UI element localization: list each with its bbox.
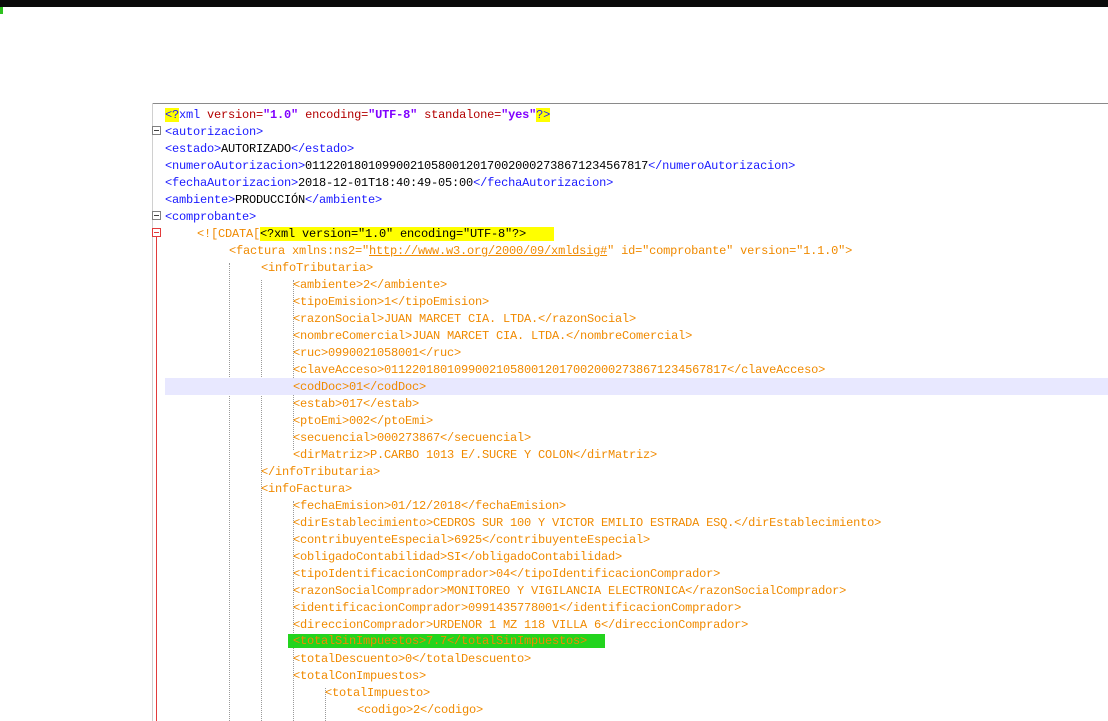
code-line[interactable]: <tipoEmision>1</tipoEmision> xyxy=(293,294,489,311)
autorizacion-tag: <autorizacion> xyxy=(165,125,264,139)
ambiente-line[interactable]: <ambiente>PRODUCCIÓN</ambiente> xyxy=(165,192,382,209)
code-line[interactable]: <totalConImpuestos> xyxy=(293,668,426,685)
cdata-prefix: <![CDATA[ xyxy=(197,227,261,241)
window-top-bar xyxy=(0,0,1108,7)
top-bar-marker xyxy=(0,7,3,14)
code-line[interactable]: <identificacionComprador>0991435778001</… xyxy=(293,600,741,617)
estado-open-tag: <estado> xyxy=(165,142,222,156)
estado-close-tag: </estado> xyxy=(291,142,355,156)
editor-top-border xyxy=(152,103,1108,104)
code-line[interactable]: <nombreComercial>JUAN MARCET CIA. LTDA.<… xyxy=(293,328,692,345)
comprobante-open-line[interactable]: <comprobante> xyxy=(165,209,256,226)
code-line[interactable]: <infoFactura> xyxy=(261,481,352,498)
code-line[interactable]: <infoTributaria> xyxy=(261,260,373,277)
code-line[interactable]: <razonSocial>JUAN MARCET CIA. LTDA.</raz… xyxy=(293,311,636,328)
fold-margin-red-line xyxy=(156,237,157,721)
code-line[interactable]: <direccionComprador>URDENOR 1 MZ 118 VIL… xyxy=(293,617,748,634)
code-line[interactable]: <ruc>0990021058001</ruc> xyxy=(293,345,461,362)
estado-line[interactable]: <estado>AUTORIZADO</estado> xyxy=(165,141,354,158)
code-line[interactable]: <claveAcceso>011220180109900210580012017… xyxy=(293,362,825,379)
code-line[interactable]: </infoTributaria> xyxy=(261,464,380,481)
code-line[interactable]: <totalImpuesto> xyxy=(325,685,430,702)
code-line[interactable]: <ptoEmi>002</ptoEmi> xyxy=(293,413,433,430)
cdata-inner-declaration: <?xml version="1.0" encoding="UTF-8"?> xyxy=(260,227,555,241)
code-line[interactable]: <tipoIdentificacionComprador>04</tipoIde… xyxy=(293,566,720,583)
fecha-value: 2018-12-01T18:40:49-05:00 xyxy=(298,176,474,190)
code-line[interactable]: <totalDescuento>0</totalDescuento> xyxy=(293,651,531,668)
numero-close-tag: </numeroAutorizacion> xyxy=(648,159,796,173)
encoding-attr: encoding= xyxy=(298,108,369,122)
numero-autorizacion-line[interactable]: <numeroAutorizacion>01122018010990021058… xyxy=(165,158,795,175)
xmldsig-link[interactable]: http://www.w3.org/2000/09/xmldsig# xyxy=(369,244,607,258)
autorizacion-open-line[interactable]: <autorizacion> xyxy=(165,124,263,141)
code-line[interactable]: <ambiente>2</ambiente> xyxy=(293,277,447,294)
fecha-autorizacion-line[interactable]: <fechaAutorizacion>2018-12-01T18:40:49-0… xyxy=(165,175,613,192)
standalone-value: "yes" xyxy=(501,108,537,122)
indent-guide xyxy=(229,263,230,721)
code-line-current[interactable]: <codDoc>01</codDoc> xyxy=(293,379,426,396)
fecha-open-tag: <fechaAutorizacion> xyxy=(165,176,299,190)
code-line[interactable]: <codigo>2</codigo> xyxy=(357,702,483,719)
code-line[interactable]: <fechaEmision>01/12/2018</fechaEmision> xyxy=(293,498,566,515)
fold-toggle-icon[interactable] xyxy=(152,211,161,220)
pi-name: xml xyxy=(179,108,208,122)
standalone-attr: standalone= xyxy=(417,108,502,122)
xml-editor[interactable]: <?xml version="1.0" encoding="UTF-8" sta… xyxy=(152,103,1108,721)
factura-suffix: " id="comprobante" version="1.1.0"> xyxy=(607,244,853,258)
code-line-highlighted[interactable]: <totalSinImpuestos>7.7</totalSinImpuesto… xyxy=(288,634,606,648)
code-line[interactable]: <razonSocialComprador>MONITOREO Y VIGILA… xyxy=(293,583,846,600)
code-line[interactable]: <secuencial>000273867</secuencial> xyxy=(293,430,531,447)
code-line[interactable]: <obligadoContabilidad>SI</obligadoContab… xyxy=(293,549,622,566)
version-value: "1.0" xyxy=(263,108,299,122)
numero-open-tag: <numeroAutorizacion> xyxy=(165,159,306,173)
fold-toggle-icon[interactable] xyxy=(152,228,161,237)
code-line[interactable]: <dirEstablecimiento>CEDROS SUR 100 Y VIC… xyxy=(293,515,881,532)
factura-prefix: <factura xmlns:ns2=" xyxy=(229,244,370,258)
code-line[interactable]: <dirMatriz>P.CARBO 1013 E/.SUCRE Y COLON… xyxy=(293,447,657,464)
comprobante-tag: <comprobante> xyxy=(165,210,257,224)
cdata-line[interactable]: <![CDATA[<?xml version="1.0" encoding="U… xyxy=(197,226,555,243)
editor-fold-margin xyxy=(152,103,153,721)
fecha-close-tag: </fechaAutorizacion> xyxy=(473,176,614,190)
ambiente-close-tag: </ambiente> xyxy=(305,193,383,207)
factura-line[interactable]: <factura xmlns:ns2="http://www.w3.org/20… xyxy=(229,243,852,260)
code-line[interactable]: <estab>017</estab> xyxy=(293,396,419,413)
pi-close: ?> xyxy=(536,108,551,122)
fold-toggle-icon[interactable] xyxy=(152,126,161,135)
pi-open: <? xyxy=(165,108,180,122)
code-line[interactable]: <contribuyenteEspecial>6925</contribuyen… xyxy=(293,532,650,549)
indent-guide xyxy=(261,280,262,721)
ambiente-value: PRODUCCIÓN xyxy=(235,193,306,207)
estado-value: AUTORIZADO xyxy=(221,142,292,156)
ambiente-open-tag: <ambiente> xyxy=(165,193,236,207)
xml-declaration-line[interactable]: <?xml version="1.0" encoding="UTF-8" sta… xyxy=(165,107,550,124)
encoding-value: "UTF-8" xyxy=(368,108,418,122)
numero-value: 0112201801099002105800120170020002738671… xyxy=(305,159,649,173)
version-attr: version= xyxy=(207,108,264,122)
